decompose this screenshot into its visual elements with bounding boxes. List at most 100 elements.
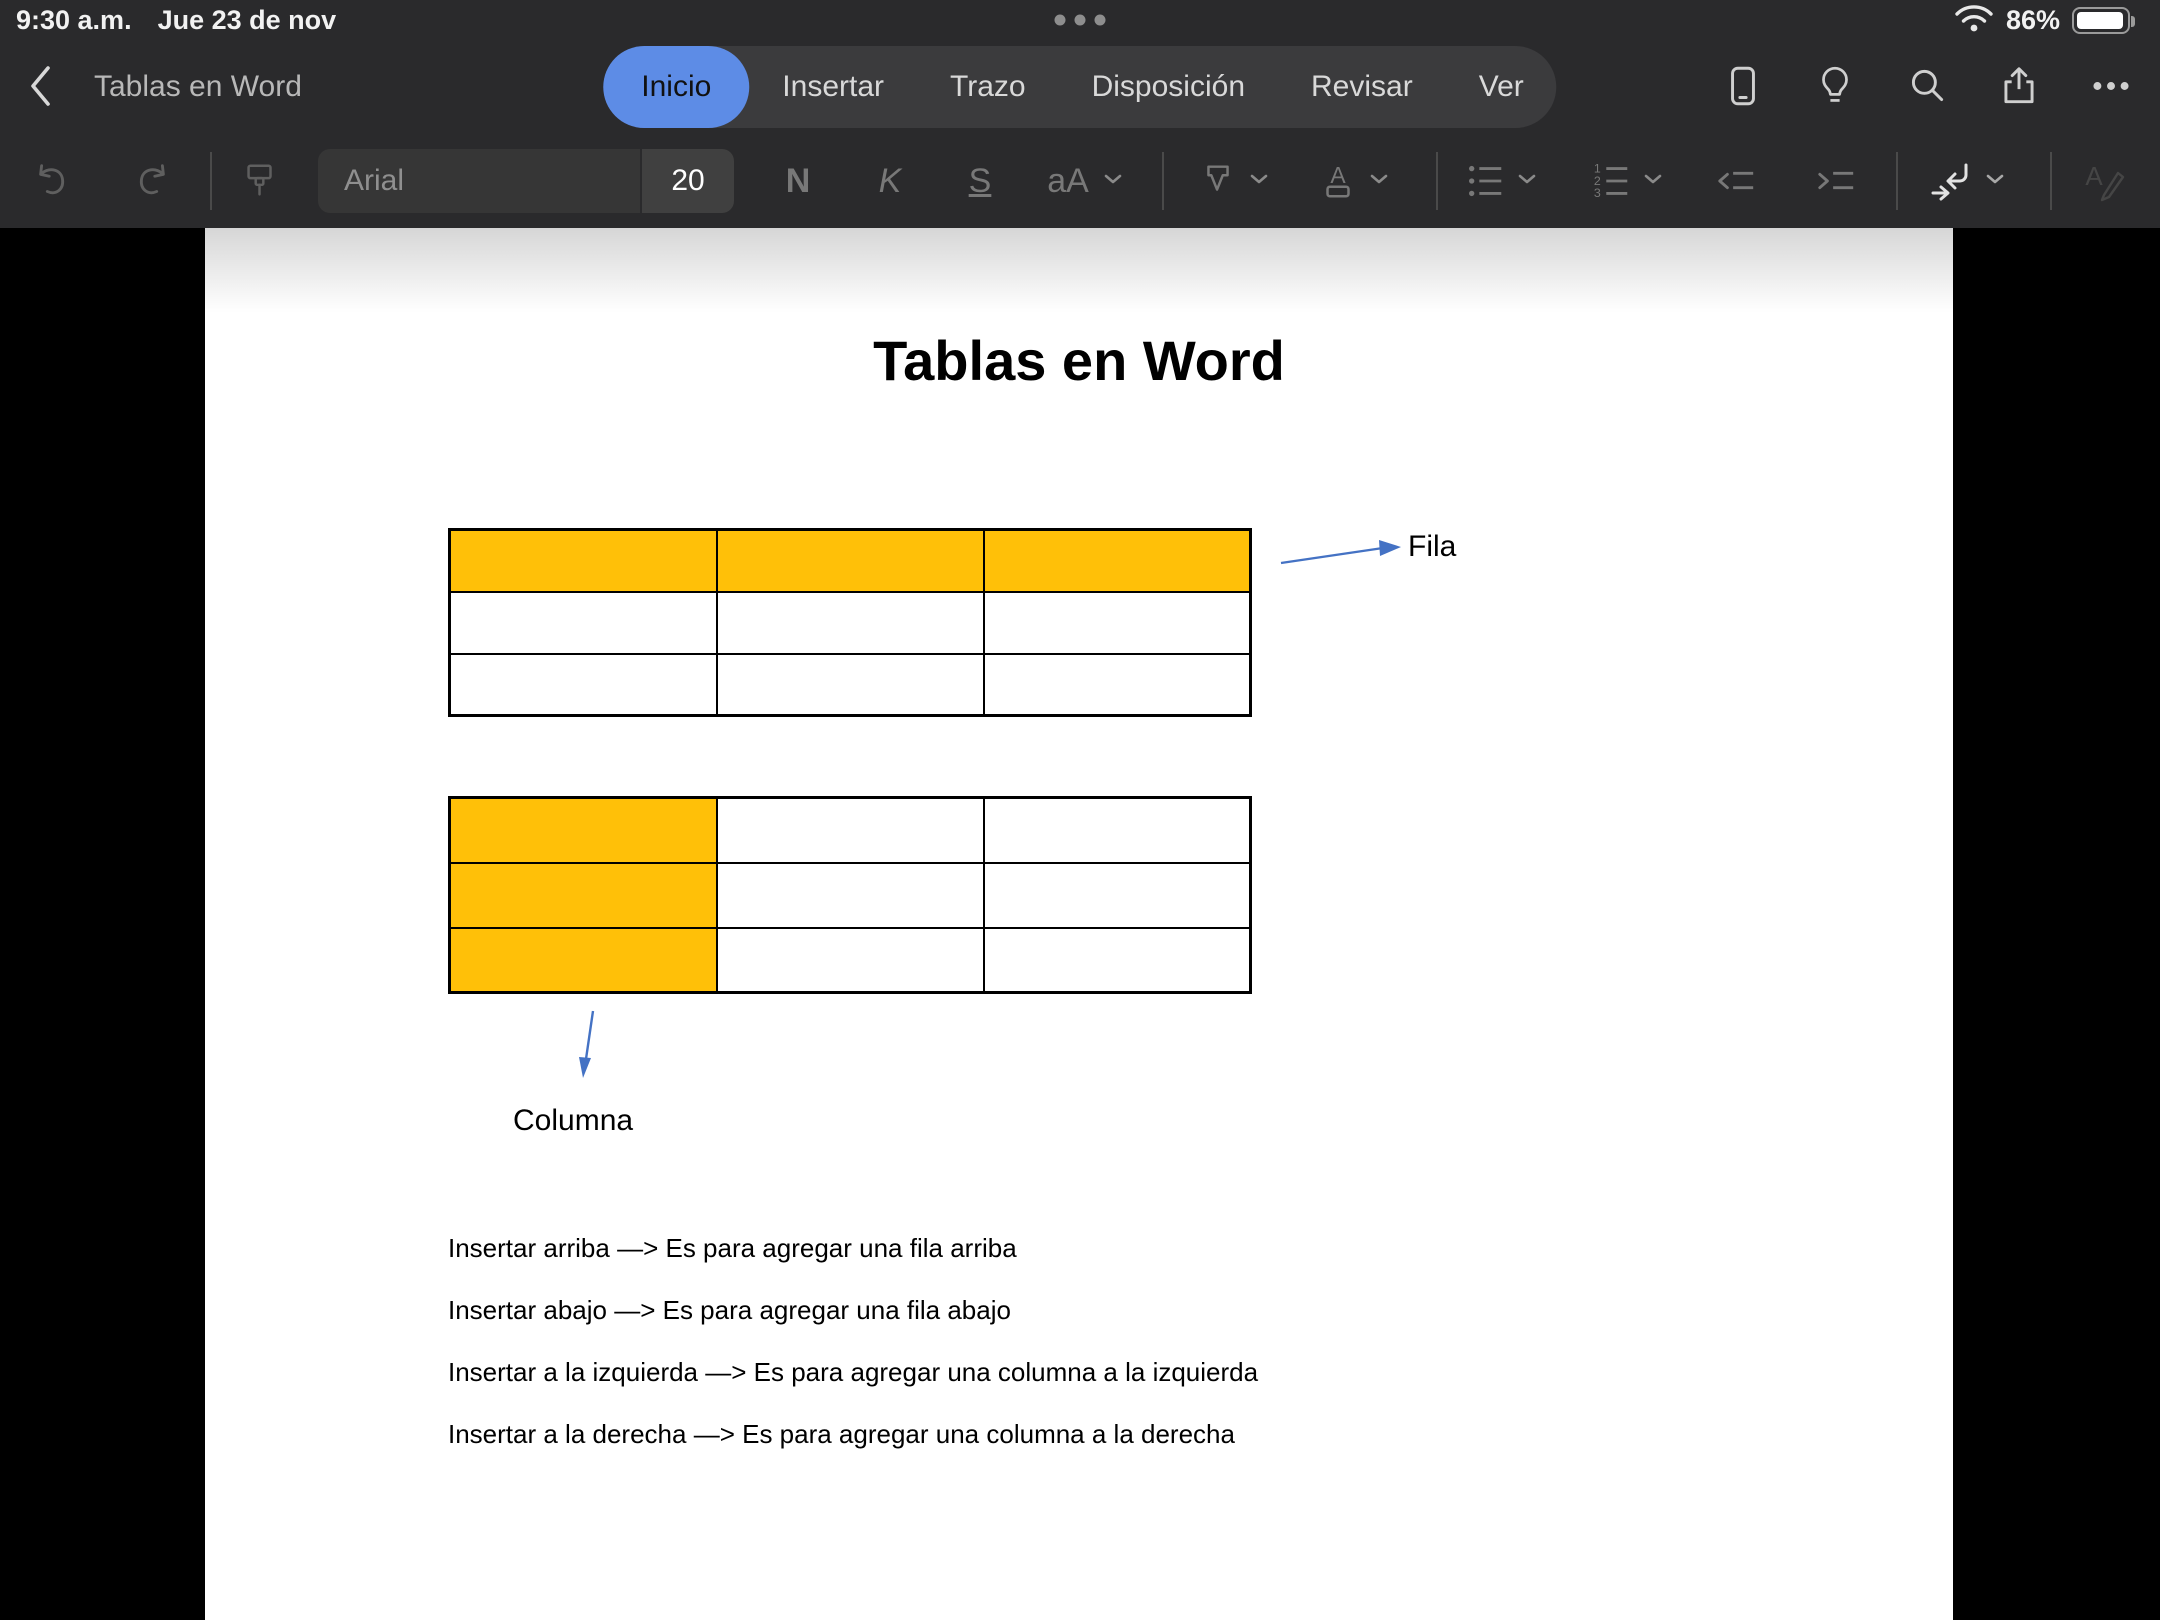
document-title: Tablas en Word — [94, 70, 302, 104]
ribbon-divider — [1436, 152, 1438, 210]
table-cell[interactable] — [450, 798, 717, 863]
format-painter-button[interactable] — [236, 149, 284, 213]
undo-icon — [33, 160, 75, 202]
ribbon: Arial 20 N K S aA A — [0, 134, 2160, 228]
table-cell[interactable] — [450, 530, 717, 592]
table-cell[interactable] — [717, 798, 984, 863]
table-cell[interactable] — [984, 798, 1251, 863]
bold-label: N — [786, 162, 811, 201]
text-case-label: aA — [1047, 162, 1089, 201]
font-name-value: Arial — [344, 164, 404, 198]
tab-revisar[interactable]: Revisar — [1278, 46, 1446, 128]
edit-text-icon: A — [2082, 159, 2126, 203]
tab-inicio[interactable]: Inicio — [603, 46, 749, 128]
more-icon — [2088, 63, 2134, 112]
note-line[interactable]: Insertar a la derecha —> Es para agregar… — [448, 1420, 1258, 1449]
notes: Insertar arriba —> Es para agregar una f… — [448, 1234, 1258, 1482]
document-page[interactable]: Tablas en Word Fila Columna Insertar arr… — [205, 228, 1953, 1620]
note-line[interactable]: Insertar arriba —> Es para agregar una f… — [448, 1234, 1258, 1263]
table-cell[interactable] — [717, 592, 984, 654]
table-column-example[interactable] — [448, 796, 1252, 994]
mobile-view-icon — [1720, 63, 1766, 112]
line-break-icon — [1928, 159, 1976, 203]
more-button[interactable] — [2088, 64, 2134, 110]
chevron-down-icon — [1102, 172, 1124, 191]
tab-ver[interactable]: Ver — [1446, 46, 1557, 128]
search-button[interactable] — [1904, 64, 1950, 110]
redo-button[interactable] — [126, 149, 174, 213]
table-cell[interactable] — [984, 928, 1251, 993]
ribbon-divider — [210, 152, 212, 210]
table-cell[interactable] — [984, 863, 1251, 928]
edit-text-button[interactable]: A — [2080, 149, 2128, 213]
underline-label: S — [969, 162, 992, 201]
numbered-list-button[interactable]: 1 2 3 — [1588, 149, 1636, 213]
note-line[interactable]: Insertar a la izquierda —> Es para agreg… — [448, 1358, 1258, 1387]
table-cell[interactable] — [717, 928, 984, 993]
fila-label[interactable]: Fila — [1408, 530, 1456, 564]
indent-button[interactable] — [1812, 149, 1860, 213]
font-color-button[interactable]: A — [1314, 149, 1362, 213]
highlighter-icon — [1197, 160, 1239, 202]
bullet-list-button[interactable] — [1462, 149, 1510, 213]
date: Jue 23 de nov — [158, 5, 337, 36]
table-cell[interactable] — [984, 530, 1251, 592]
table-cell[interactable] — [984, 592, 1251, 654]
table-cell[interactable] — [450, 863, 717, 928]
document-canvas: Tablas en Word Fila Columna Insertar arr… — [0, 228, 2160, 1620]
table-row-example[interactable] — [448, 528, 1252, 717]
columna-label[interactable]: Columna — [513, 1104, 633, 1138]
table-cell[interactable] — [717, 863, 984, 928]
table-cell[interactable] — [450, 928, 717, 993]
back-button[interactable] — [18, 59, 64, 115]
font-name-field[interactable]: Arial — [318, 149, 640, 213]
note-line[interactable]: Insertar abajo —> Es para agregar una fi… — [448, 1296, 1258, 1325]
svg-text:A: A — [2085, 161, 2103, 191]
highlighter-button[interactable] — [1194, 149, 1242, 213]
search-icon — [1904, 63, 1950, 112]
svg-text:A: A — [1330, 162, 1346, 188]
format-painter-icon — [239, 160, 281, 202]
chevron-left-icon — [24, 61, 58, 114]
lightbulb-icon — [1812, 63, 1858, 112]
underline-button[interactable]: S — [956, 149, 1004, 213]
chevron-down-icon — [1248, 172, 1270, 191]
clock: 9:30 a.m. — [16, 5, 132, 36]
tab-bar: InicioInsertarTrazoDisposiciónRevisarVer — [603, 46, 1556, 128]
tab-disposición[interactable]: Disposición — [1059, 46, 1278, 128]
table-cell[interactable] — [450, 654, 717, 716]
redo-icon — [129, 160, 171, 202]
fila-arrow[interactable] — [1275, 533, 1405, 573]
wifi-icon — [1954, 2, 1994, 39]
mobile-view-button[interactable] — [1720, 64, 1766, 110]
text-case-button[interactable]: aA — [1040, 149, 1096, 213]
table-cell[interactable] — [984, 654, 1251, 716]
share-button[interactable] — [1996, 64, 2042, 110]
undo-button[interactable] — [30, 149, 78, 213]
font-size-value: 20 — [671, 164, 704, 198]
italic-button[interactable]: K — [866, 149, 914, 213]
columna-arrow[interactable] — [567, 1007, 611, 1083]
table-cell[interactable] — [717, 530, 984, 592]
outdent-button[interactable] — [1712, 149, 1760, 213]
outdent-icon — [1714, 160, 1758, 202]
ribbon-divider — [2050, 152, 2052, 210]
tell-me-button[interactable] — [1812, 64, 1858, 110]
tab-trazo[interactable]: Trazo — [917, 46, 1059, 128]
ribbon-divider — [1896, 152, 1898, 210]
italic-label: K — [879, 162, 902, 201]
chevron-down-icon — [1516, 172, 1538, 191]
tab-insertar[interactable]: Insertar — [749, 46, 917, 128]
line-break-button[interactable] — [1926, 149, 1978, 213]
chevron-down-icon — [1368, 172, 1390, 191]
font-color-icon: A — [1317, 160, 1359, 202]
bullet-list-icon — [1464, 160, 1508, 202]
document-heading[interactable]: Tablas en Word — [205, 328, 1953, 393]
numbered-list-icon: 1 2 3 — [1590, 160, 1634, 202]
table-cell[interactable] — [450, 592, 717, 654]
chevron-down-icon — [1642, 172, 1664, 191]
share-icon — [1996, 63, 2042, 112]
font-size-field[interactable]: 20 — [642, 149, 734, 213]
table-cell[interactable] — [717, 654, 984, 716]
bold-button[interactable]: N — [774, 149, 822, 213]
